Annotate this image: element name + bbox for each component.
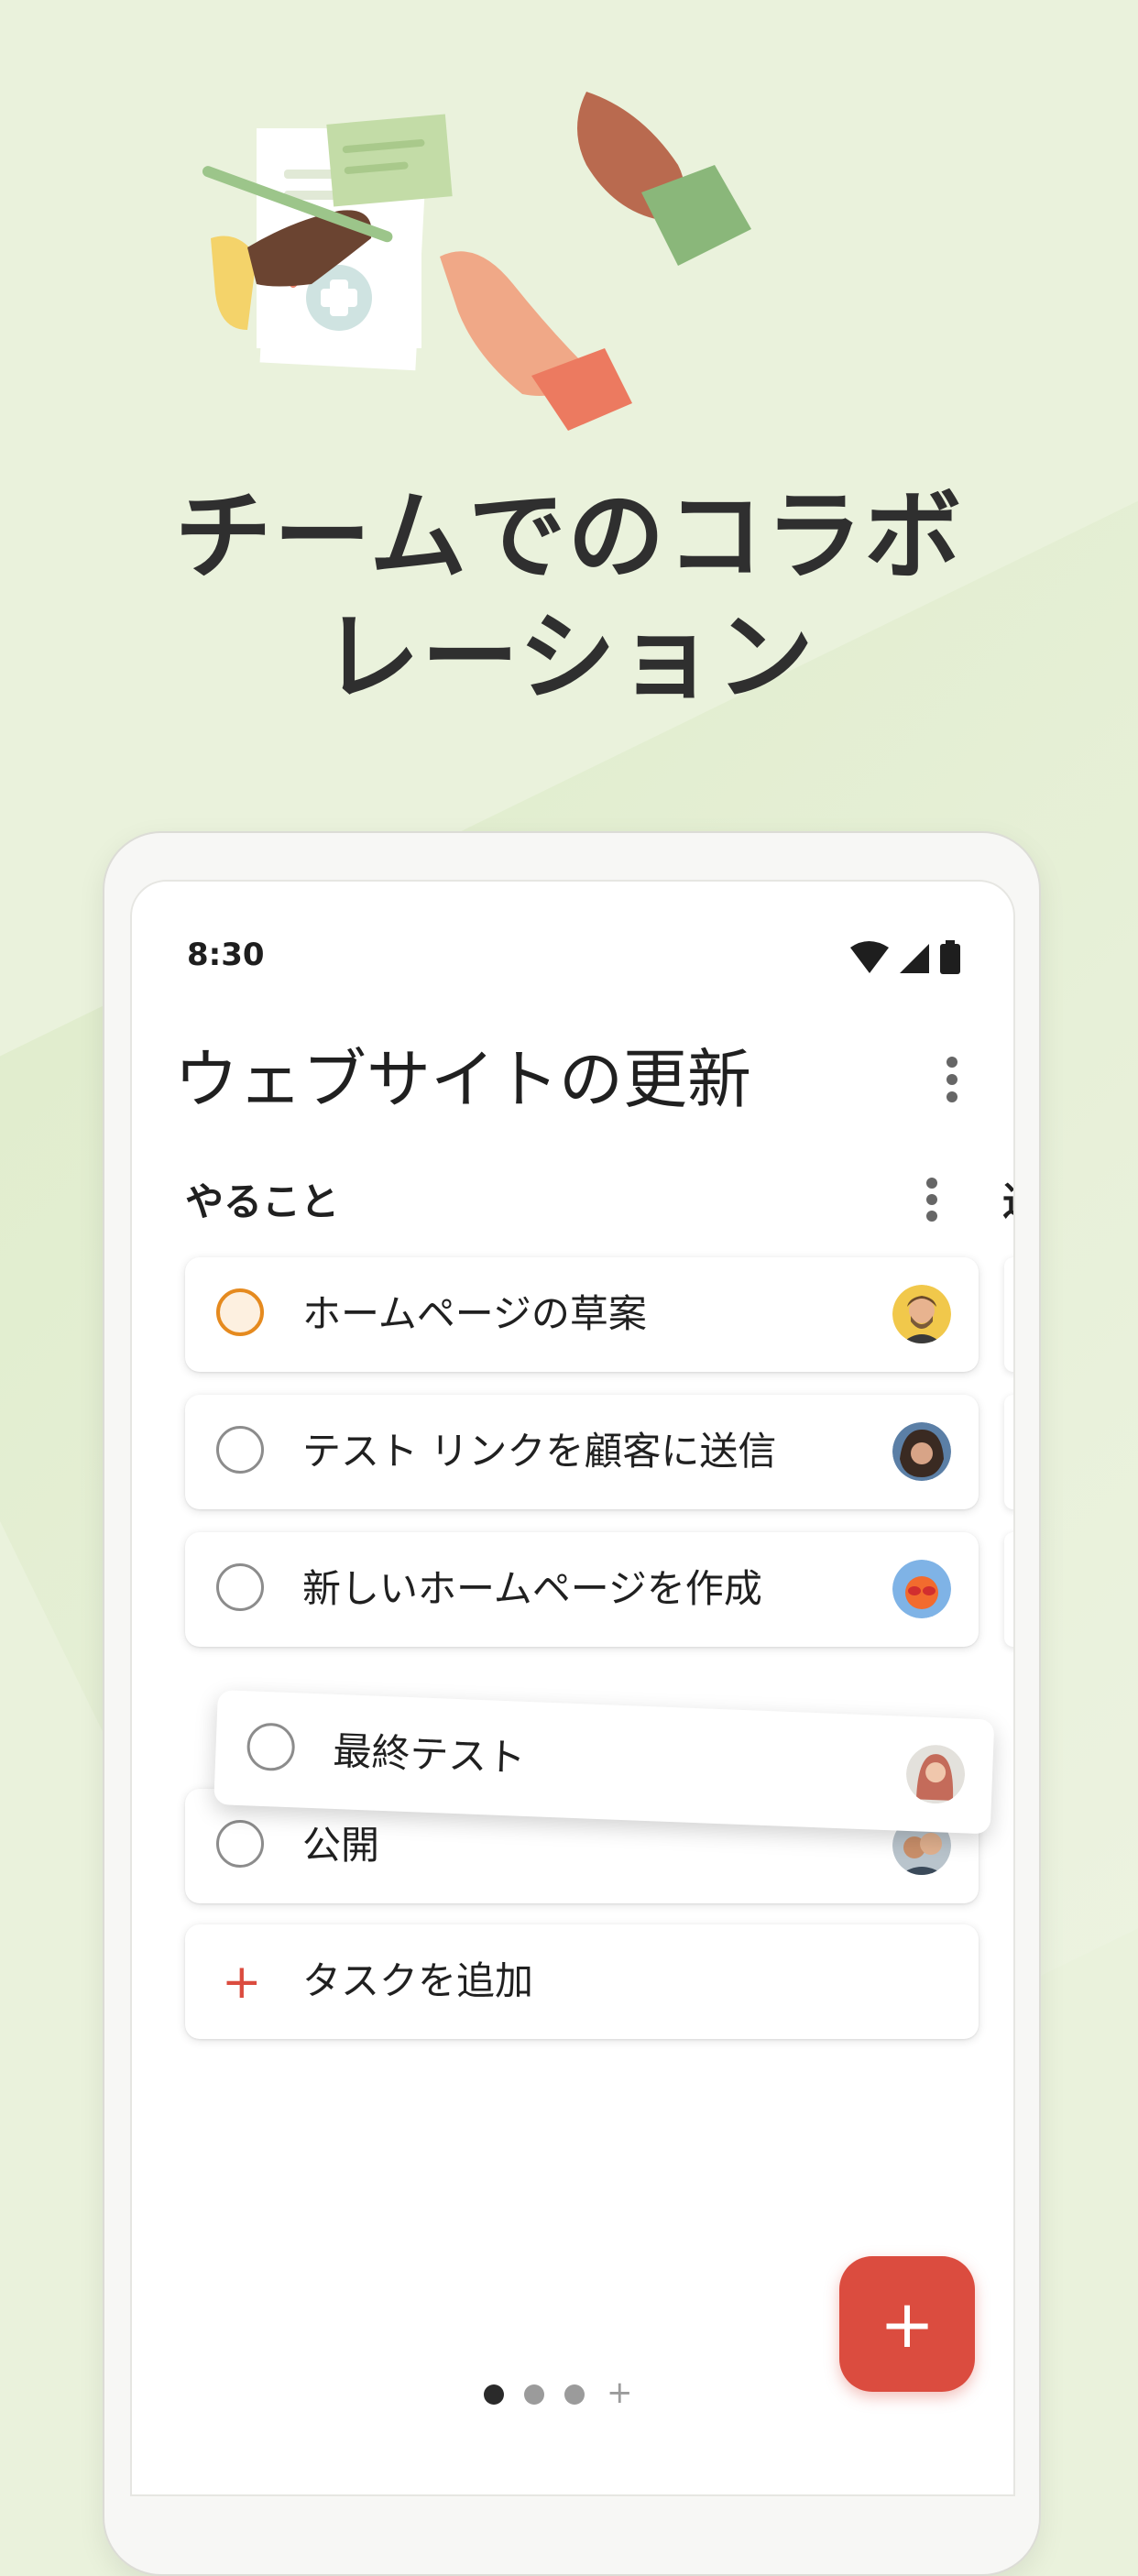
task-checkbox[interactable] — [216, 1820, 264, 1868]
phone-screen: 8:30 ウェブサイトの更新 やること 进 ホームページの草案 テスト リンクを… — [130, 880, 1015, 2496]
task-label: 最終テスト — [332, 1727, 527, 1781]
headline-line-2: レーション — [323, 601, 815, 714]
task-checkbox[interactable] — [216, 1288, 264, 1336]
status-time: 8:30 — [187, 937, 265, 973]
project-more-icon[interactable] — [946, 1056, 958, 1103]
avatar — [892, 1422, 951, 1481]
page-dot-active[interactable] — [484, 2384, 504, 2405]
section-more-icon[interactable] — [925, 1177, 938, 1222]
task-label: 公開 — [302, 1823, 380, 1868]
avatar — [892, 1285, 951, 1343]
section-title: やること — [185, 1179, 340, 1224]
headline-line-1: チームでのコラボ — [174, 480, 964, 593]
collaboration-illustration — [202, 92, 751, 431]
next-section-title-peek: 进 — [1002, 1171, 1013, 1227]
task-checkbox[interactable] — [216, 1563, 264, 1611]
task-checkbox[interactable] — [216, 1426, 264, 1474]
page-dot[interactable] — [524, 2384, 544, 2405]
avatar — [906, 1745, 966, 1804]
wifi-icon — [850, 941, 889, 973]
task-label: 新しいホームページを作成 — [302, 1566, 762, 1611]
plus-icon: + — [222, 1955, 262, 2010]
avatar — [892, 1560, 951, 1618]
add-task-button[interactable]: + タスクを追加 — [185, 1924, 979, 2039]
add-fab-button[interactable]: + — [839, 2256, 975, 2392]
page-indicator: + — [484, 2377, 649, 2408]
task-label: ホームページの草案 — [302, 1291, 647, 1336]
page-dot[interactable] — [564, 2384, 585, 2405]
task-item[interactable]: 新しいホームページを作成 — [185, 1532, 979, 1647]
next-section-card-peek — [1004, 1257, 1013, 1372]
task-checkbox[interactable] — [246, 1722, 296, 1772]
signal-icon — [900, 944, 929, 973]
add-task-label: タスクを追加 — [302, 1958, 534, 2003]
task-item[interactable]: テスト リンクを顧客に送信 — [185, 1395, 979, 1509]
next-section-card-peek — [1004, 1395, 1013, 1509]
project-title: ウェブサイトの更新 — [174, 1042, 751, 1117]
headline: チームでのコラボ レーション — [0, 477, 1138, 718]
add-page-icon[interactable]: + — [607, 2377, 633, 2408]
task-item[interactable]: ホームページの草案 — [185, 1257, 979, 1372]
battery-icon — [940, 940, 960, 974]
status-icons — [850, 940, 960, 974]
task-label: テスト リンクを顧客に送信 — [302, 1429, 777, 1474]
next-section-card-peek — [1004, 1532, 1013, 1647]
